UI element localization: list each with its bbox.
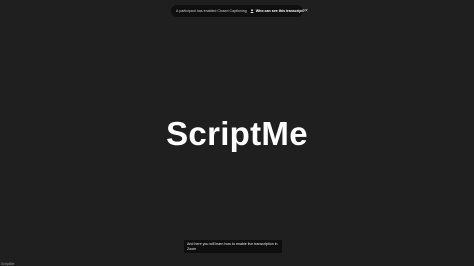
corner-watermark-label: ScriptMe — [1, 262, 15, 266]
person-icon — [250, 9, 254, 13]
who-can-see-transcript-link[interactable]: Who can see this transcript? — [250, 9, 305, 13]
close-notification-button[interactable]: × — [305, 8, 308, 14]
notification-message: A participant has enabled Closed Caption… — [176, 9, 247, 13]
who-can-see-transcript-label: Who can see this transcript? — [255, 9, 305, 13]
live-caption-box: And here you will learn how to enable li… — [184, 240, 282, 253]
brand-title: ScriptMe — [166, 115, 308, 152]
caption-notification-bar: A participant has enabled Closed Caption… — [171, 5, 308, 17]
